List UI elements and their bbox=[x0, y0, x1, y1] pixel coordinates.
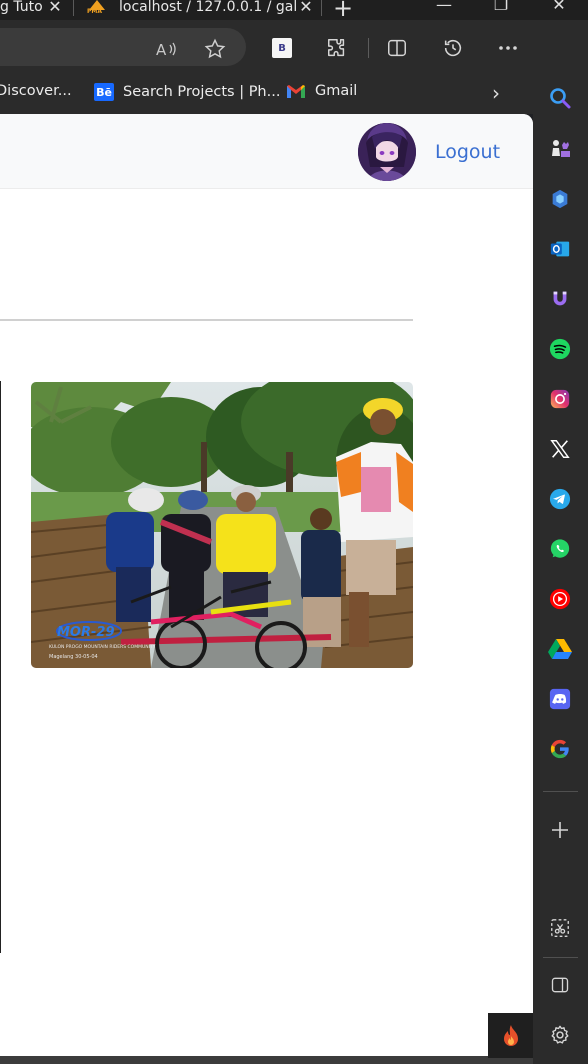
outlook-icon[interactable] bbox=[545, 234, 575, 264]
telegram-icon[interactable] bbox=[545, 484, 575, 514]
whatsapp-icon[interactable] bbox=[545, 534, 575, 564]
search-icon[interactable] bbox=[545, 83, 575, 113]
settings-gear-icon[interactable] bbox=[545, 1020, 575, 1050]
gallery-card-partial[interactable] bbox=[0, 381, 1, 953]
tab-divider bbox=[73, 0, 74, 16]
tab-divider bbox=[321, 0, 322, 16]
minimize-button[interactable]: — bbox=[434, 0, 454, 15]
section-divider bbox=[0, 319, 413, 321]
split-screen-icon[interactable] bbox=[384, 35, 410, 61]
tab-title: g Tuto bbox=[0, 0, 43, 15]
logout-link[interactable]: Logout bbox=[435, 141, 500, 163]
extensions-puzzle-icon[interactable] bbox=[324, 35, 350, 61]
behance-icon: Bē bbox=[94, 83, 114, 101]
magnet-icon[interactable] bbox=[545, 284, 575, 314]
watermark-subline: KULON PROGO MOUNTAIN RIDERS COMMUNITY bbox=[49, 644, 156, 650]
bookmark-gmail[interactable]: Gmail bbox=[286, 83, 357, 99]
top-navbar: Logout bbox=[0, 114, 533, 189]
more-options-icon[interactable] bbox=[495, 35, 521, 61]
bookmark-label: Gmail bbox=[315, 83, 358, 99]
tab-title: localhost / 127.0.0.1 / gal bbox=[119, 0, 298, 15]
sidebar-divider bbox=[543, 957, 578, 958]
toolbar-divider bbox=[368, 38, 369, 58]
google-icon[interactable] bbox=[545, 734, 575, 764]
web-page: Logout MOR-29 KULON PROGO MOUNTAIN RIDER… bbox=[0, 114, 533, 1056]
discord-icon[interactable] bbox=[545, 684, 575, 714]
gmail-icon bbox=[286, 83, 306, 99]
chess-icon[interactable] bbox=[545, 134, 575, 164]
chevron-right-icon[interactable]: › bbox=[492, 81, 500, 105]
new-tab-button[interactable]: + bbox=[333, 0, 353, 22]
x-icon[interactable] bbox=[545, 434, 575, 464]
bookmarks-bar: Discover... Bē Search Projects | Ph... G… bbox=[0, 76, 588, 114]
browser-toolbar: A B bbox=[0, 20, 588, 76]
screenshot-icon[interactable] bbox=[545, 913, 575, 943]
phpmyadmin-favicon-icon: PMA bbox=[87, 0, 107, 15]
user-avatar[interactable] bbox=[358, 123, 416, 181]
copilot-icon[interactable] bbox=[545, 184, 575, 214]
spotify-icon[interactable] bbox=[545, 334, 575, 364]
google-drive-icon[interactable] bbox=[545, 634, 575, 664]
bookmark-behance[interactable]: Bē Search Projects | Ph... bbox=[94, 83, 280, 101]
tab-bar: g Tuto ✕ PMA localhost / 127.0.0.1 / gal… bbox=[0, 0, 588, 22]
svg-text:A: A bbox=[156, 41, 167, 58]
tab-localhost[interactable]: PMA localhost / 127.0.0.1 / gal bbox=[87, 0, 317, 18]
window-bottom-edge bbox=[0, 1056, 533, 1064]
close-tab-icon[interactable]: ✕ bbox=[297, 0, 315, 17]
instagram-icon[interactable] bbox=[545, 384, 575, 414]
close-tab-icon[interactable]: ✕ bbox=[46, 0, 64, 17]
bookmark-label: Search Projects | Ph... bbox=[123, 84, 281, 100]
bookmark-label: Discover... bbox=[0, 83, 72, 99]
restore-button[interactable]: ❐ bbox=[491, 0, 511, 15]
edge-sidebar bbox=[533, 20, 588, 1064]
history-icon[interactable] bbox=[440, 35, 466, 61]
add-icon[interactable] bbox=[545, 815, 575, 845]
sidebar-panel-icon[interactable] bbox=[545, 970, 575, 1000]
close-window-button[interactable]: ✕ bbox=[549, 0, 569, 15]
gallery-photo-cyclists[interactable]: MOR-29 KULON PROGO MOUNTAIN RIDERS COMMU… bbox=[31, 382, 413, 668]
youtube-icon[interactable] bbox=[545, 584, 575, 614]
sidebar-divider bbox=[543, 791, 578, 792]
watermark-brand: MOR-29 bbox=[57, 625, 114, 640]
extension-b-icon[interactable]: B bbox=[269, 35, 295, 61]
read-aloud-icon[interactable]: A bbox=[153, 36, 179, 62]
bookmark-discover[interactable]: Discover... bbox=[0, 83, 72, 99]
flame-extension-icon[interactable] bbox=[488, 1013, 533, 1058]
favorite-star-icon[interactable] bbox=[202, 36, 228, 62]
watermark-date: Magelang 30-05-04 bbox=[49, 654, 98, 660]
